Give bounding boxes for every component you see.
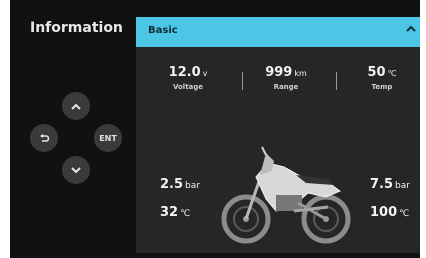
up-button[interactable] bbox=[62, 92, 90, 120]
rear-tire-pressure: 7.5 bar bbox=[370, 177, 410, 192]
rear-temp-value: 100 bbox=[370, 205, 398, 220]
voltage-value: 12.0 bbox=[168, 65, 201, 80]
front-tire-pressure: 2.5 bar bbox=[160, 177, 200, 192]
rear-tire-temp: 100 ℃ bbox=[370, 205, 409, 220]
down-button[interactable] bbox=[62, 156, 90, 184]
temp-label: Temp bbox=[371, 83, 393, 91]
chevron-up-icon bbox=[71, 103, 81, 110]
range-label: Range bbox=[273, 83, 299, 91]
chevron-down-icon bbox=[71, 166, 81, 173]
panel-header-label: Basic bbox=[148, 25, 178, 36]
back-button[interactable] bbox=[30, 124, 58, 152]
info-panel: Basic 12.0 v Voltage 999 km Range 50 ℃ Temp… bbox=[136, 17, 420, 253]
back-arrow-icon bbox=[39, 134, 49, 142]
range-unit: km bbox=[294, 69, 307, 78]
panel-header[interactable]: Basic bbox=[136, 17, 420, 47]
rear-pressure-unit: bar bbox=[395, 181, 410, 191]
rear-temp-unit: ℃ bbox=[399, 209, 410, 219]
navigation-pad: ENT bbox=[28, 90, 124, 186]
range-value: 999 bbox=[265, 65, 293, 80]
divider bbox=[242, 72, 243, 90]
motorcycle-image bbox=[221, 146, 351, 244]
information-title: Information bbox=[30, 20, 123, 36]
divider bbox=[336, 72, 337, 90]
temp-stat: 50 ℃ Temp bbox=[354, 65, 410, 91]
range-stat: 999 km Range bbox=[251, 65, 321, 91]
rear-pressure-value: 7.5 bbox=[370, 177, 394, 192]
voltage-stat: 12.0 v Voltage bbox=[158, 65, 218, 91]
temp-unit: ℃ bbox=[387, 69, 397, 78]
dashboard-screen: Information ENT Basic 12.0 v Voltage 999… bbox=[10, 0, 420, 258]
front-pressure-value: 2.5 bbox=[160, 177, 184, 192]
voltage-label: Voltage bbox=[172, 83, 204, 91]
voltage-unit: v bbox=[202, 69, 208, 78]
front-temp-value: 32 bbox=[160, 205, 179, 220]
front-tire-temp: 32 ℃ bbox=[160, 205, 190, 220]
temp-value: 50 bbox=[367, 65, 386, 80]
front-pressure-unit: bar bbox=[185, 181, 200, 191]
chevron-up-icon[interactable] bbox=[406, 25, 416, 33]
front-temp-unit: ℃ bbox=[180, 209, 191, 219]
enter-button[interactable]: ENT bbox=[94, 124, 122, 152]
